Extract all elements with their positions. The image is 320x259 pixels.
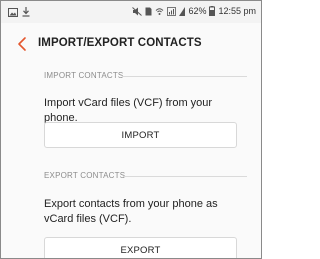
mute-icon <box>132 6 143 16</box>
export-description: Export contacts from your phone as vCard… <box>44 198 218 225</box>
back-arrow-icon[interactable] <box>14 35 32 53</box>
battery-icon <box>209 6 216 16</box>
phone-screen: 62% 12:55 pm IMPORT/EXPORT CONTACTS IMPO… <box>0 0 262 259</box>
import-button[interactable]: IMPORT <box>44 122 237 148</box>
app-bar: IMPORT/EXPORT CONTACTS <box>1 23 261 65</box>
wifi-calling-icon <box>156 7 164 15</box>
export-section-header: EXPORT CONTACTS <box>44 171 126 180</box>
cell-signal-icon <box>179 6 186 16</box>
export-section-divider <box>123 176 247 177</box>
sim-card-icon <box>145 7 152 15</box>
download-icon <box>22 7 30 17</box>
status-time: 12:55 pm <box>218 6 256 16</box>
page-title: IMPORT/EXPORT CONTACTS <box>38 37 202 49</box>
import-section-divider <box>122 76 247 77</box>
battery-percent: 62% <box>188 6 207 16</box>
signal-icon <box>167 6 177 16</box>
status-bar: 62% 12:55 pm <box>1 1 261 23</box>
export-button[interactable]: EXPORT <box>44 237 237 258</box>
import-section-header: IMPORT CONTACTS <box>44 71 124 80</box>
gallery-icon <box>8 7 18 17</box>
status-right-icons: 62% 12:55 pm <box>132 6 256 16</box>
status-left-icons <box>8 7 30 17</box>
